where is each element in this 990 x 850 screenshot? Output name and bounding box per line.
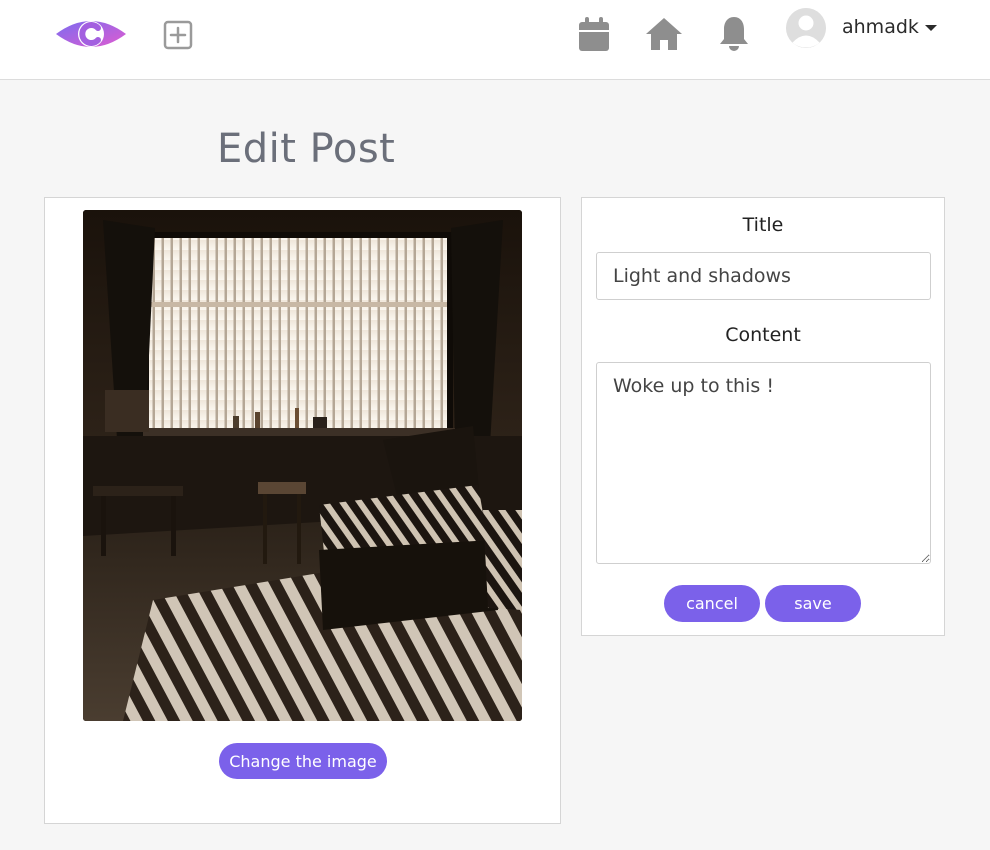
calendar-icon[interactable] bbox=[577, 15, 611, 53]
bell-icon[interactable] bbox=[717, 15, 751, 53]
caret-down-icon bbox=[924, 25, 937, 31]
avatar[interactable] bbox=[786, 8, 826, 48]
plus-square-icon[interactable] bbox=[162, 19, 194, 51]
image-card: Change the image bbox=[44, 197, 561, 824]
save-button[interactable]: save bbox=[765, 585, 861, 622]
home-icon[interactable] bbox=[644, 15, 684, 53]
room-photo bbox=[83, 210, 522, 721]
user-menu-toggle[interactable]: ahmadk bbox=[842, 14, 937, 40]
navbar: ahmadk bbox=[0, 0, 990, 80]
page-title: Edit Post bbox=[217, 126, 396, 172]
content-textarea[interactable]: Woke up to this ! bbox=[596, 362, 931, 564]
content-label: Content bbox=[725, 324, 801, 346]
cancel-button[interactable]: cancel bbox=[664, 585, 760, 622]
title-label: Title bbox=[742, 214, 784, 236]
edit-form-card: Title Content Woke up to this ! cancel s… bbox=[581, 197, 945, 636]
change-image-button[interactable]: Change the image bbox=[219, 743, 387, 779]
title-input[interactable] bbox=[596, 252, 931, 300]
post-image bbox=[83, 210, 522, 721]
username: ahmadk bbox=[842, 16, 919, 38]
user-avatar-icon bbox=[786, 8, 826, 48]
c-eye-logo[interactable] bbox=[55, 14, 127, 54]
